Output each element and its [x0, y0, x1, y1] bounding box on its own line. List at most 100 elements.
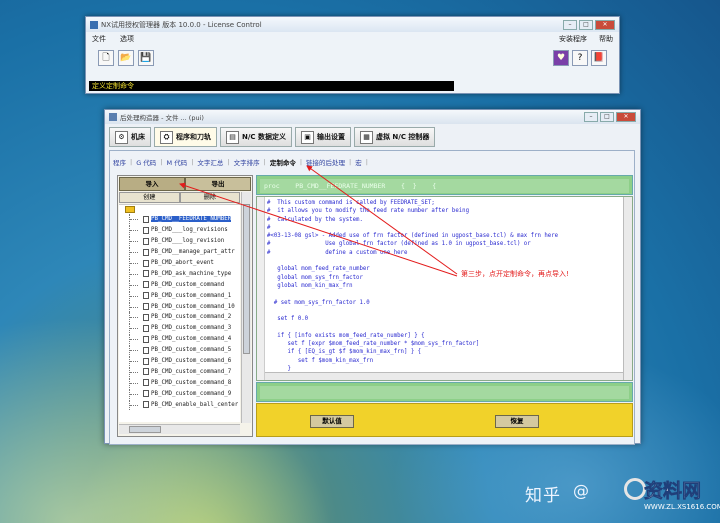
tree-item-label: PB_CMD_ask_machine_type — [151, 270, 232, 277]
file-icon — [143, 335, 149, 343]
tree-connector — [129, 377, 143, 388]
tab-machine[interactable]: ⚙ 机床 — [109, 127, 151, 147]
tree-item-label: PB_CMD_custom_command_8 — [151, 379, 232, 386]
tree-item-label: PB_CMD___log_revisions — [151, 227, 228, 234]
subtab-m-code[interactable]: M 代码 — [167, 157, 188, 167]
menu-help[interactable]: 帮助 — [599, 34, 613, 44]
file-icon — [143, 303, 149, 311]
tree-item-label: PB_CMD_custom_command_1 — [151, 292, 232, 299]
subtab-macro[interactable]: 宏 — [355, 157, 362, 167]
export-button[interactable]: 导出 — [185, 177, 251, 191]
tree-connector — [129, 301, 143, 312]
tree-item[interactable]: PB_CMD_custom_command_2 — [119, 312, 240, 323]
at-symbol: @ — [573, 481, 589, 500]
file-icon — [143, 357, 149, 365]
tree-connector — [129, 225, 143, 236]
tree-item[interactable]: PB_CMD___log_revision — [119, 236, 240, 247]
subtab-word-summary[interactable]: 文字汇总 — [197, 157, 223, 167]
close-button[interactable]: ✕ — [616, 112, 636, 122]
tree-item[interactable]: PB_CMD_custom_command_6 — [119, 356, 240, 367]
tree-item[interactable]: PB_CMD__FEEDRATE_NUMBER — [119, 214, 240, 225]
file-icon — [143, 237, 149, 245]
tree-connector — [129, 356, 143, 367]
tree-item[interactable]: PB_CMD_custom_command_7 — [119, 366, 240, 377]
help-query-icon[interactable]: ? — [572, 50, 588, 66]
tree-item[interactable]: PB_CMD___log_revisions — [119, 225, 240, 236]
tree-item[interactable]: PB_CMD_custom_command_9 — [119, 388, 240, 399]
tree-connector — [129, 236, 143, 247]
create-button[interactable]: 创建 — [119, 192, 180, 203]
app-icon — [109, 113, 117, 121]
vertical-scrollbar[interactable] — [241, 192, 251, 423]
default-button[interactable]: 默认值 — [310, 415, 354, 428]
tab-virtual-nc[interactable]: ▦ 虚拟 N/C 控制器 — [354, 127, 436, 147]
maximize-button[interactable]: □ — [600, 112, 614, 122]
logo-url: WWW.ZL.XS1616.COM — [644, 503, 720, 511]
command-list-panel: 导入 导出 创建 删除 PB_CMD__FEEDRATE_NUMBER PB_CM… — [117, 175, 253, 437]
tree-item-label: PB_CMD_custom_command_9 — [151, 390, 232, 397]
heart-icon[interactable]: ♥ — [553, 50, 569, 66]
close-button[interactable]: ✕ — [595, 19, 615, 30]
tree-item-label: PB_CMD_custom_command_3 — [151, 325, 232, 332]
tab-nc-data[interactable]: ▤ N/C 数据定义 — [220, 127, 292, 147]
proc-header-bar: proc PB_CMD__FEEDRATE_NUMBER { } { — [256, 175, 633, 195]
file-icon — [143, 313, 149, 321]
subtab-custom-command[interactable]: 定制命令 — [270, 157, 296, 167]
virtual-nc-icon: ▦ — [360, 130, 373, 144]
tree-item[interactable]: PB_CMD_ask_machine_type — [119, 268, 240, 279]
toolpath-icon: ⛭ — [160, 130, 173, 144]
tree-item[interactable]: PB_CMD_custom_command_10 — [119, 301, 240, 312]
command-tree: PB_CMD__FEEDRATE_NUMBER PB_CMD___log_revi… — [119, 204, 240, 422]
delete-button[interactable]: 删除 — [179, 192, 240, 203]
tab-program-toolpath[interactable]: ⛭ 程序和刀轨 — [154, 127, 217, 147]
editor-horizontal-scrollbar[interactable] — [265, 372, 623, 380]
tree-root[interactable] — [119, 205, 240, 214]
proc-header: proc PB_CMD__FEEDRATE_NUMBER { } { — [260, 179, 629, 193]
tree-item[interactable]: PB_CMD_custom_command_4 — [119, 334, 240, 345]
file-icon — [143, 368, 149, 376]
editor-vertical-scrollbar[interactable] — [623, 197, 632, 380]
open-folder-icon[interactable]: 📂 — [118, 50, 134, 66]
tab-output-settings[interactable]: ▣ 输出设置 — [295, 127, 351, 147]
scroll-thumb[interactable] — [129, 426, 161, 433]
minimize-button[interactable]: – — [563, 19, 577, 30]
code-editor[interactable]: # This custom command is called by FEEDR… — [256, 196, 633, 381]
minimize-button[interactable]: – — [584, 112, 598, 122]
book-icon[interactable]: 📕 — [591, 50, 607, 66]
file-icon — [143, 324, 149, 332]
maximize-button[interactable]: □ — [579, 19, 593, 30]
subtab-program[interactable]: 程序 — [113, 157, 126, 167]
tree-item-label: PB_CMD_custom_command_7 — [151, 368, 232, 375]
restore-button[interactable]: 恢复 — [495, 415, 539, 428]
menu-file[interactable]: 文件 — [92, 34, 106, 44]
code-text[interactable]: # This custom command is called by FEEDR… — [267, 199, 558, 380]
menu-options[interactable]: 选项 — [120, 34, 134, 44]
tree-item[interactable]: PB_CMD_abort_event — [119, 258, 240, 269]
save-icon[interactable]: 💾 — [138, 50, 154, 66]
scroll-thumb[interactable] — [243, 204, 250, 354]
tree-item[interactable]: PB_CMD_enable_ball_center — [119, 399, 240, 410]
logo-text: 资料网 — [644, 480, 702, 503]
new-file-icon[interactable]: 🗋 — [98, 50, 114, 66]
tree-item[interactable]: PB_CMD_custom_command_5 — [119, 345, 240, 356]
tree-connector — [129, 323, 143, 334]
tree-item[interactable]: PB_CMD_custom_command_3 — [119, 323, 240, 334]
tree-item-label: PB_CMD_custom_command — [151, 281, 225, 288]
menu-install[interactable]: 安装程序 — [559, 34, 587, 44]
import-button[interactable]: 导入 — [119, 177, 185, 191]
subtab-linked-posts[interactable]: 链接的后处理 — [306, 157, 345, 167]
toolbar: 🗋 📂 💾 ♥ ? 📕 — [86, 45, 619, 71]
tree-item[interactable]: PB_CMD_custom_command_8 — [119, 377, 240, 388]
tree-item[interactable]: PB_CMD__manage_part_attr — [119, 247, 240, 258]
tab-label: 输出设置 — [317, 133, 345, 141]
tree-item-label: PB_CMD_custom_command_6 — [151, 358, 232, 365]
status-bar: 定义定制命令 — [89, 81, 454, 91]
title-bar: NX试用授权管理器 版本 10.0.0 - License Control – … — [86, 17, 619, 32]
horizontal-scrollbar[interactable] — [119, 424, 240, 434]
tree-item[interactable]: PB_CMD_custom_command_1 — [119, 290, 240, 301]
main-tabs: ⚙ 机床 ⛭ 程序和刀轨 ▤ N/C 数据定义 ▣ 输出设置 ▦ 虚拟 N/C … — [109, 127, 632, 149]
tree-item[interactable]: PB_CMD_custom_command — [119, 279, 240, 290]
subtab-word-sequence[interactable]: 文字排序 — [234, 157, 260, 167]
sub-tabs: 程序 | G 代码 | M 代码 | 文字汇总 | 文字排序 | 定制命令 | 链接的后处理… — [113, 157, 368, 167]
subtab-g-code[interactable]: G 代码 — [136, 157, 156, 167]
